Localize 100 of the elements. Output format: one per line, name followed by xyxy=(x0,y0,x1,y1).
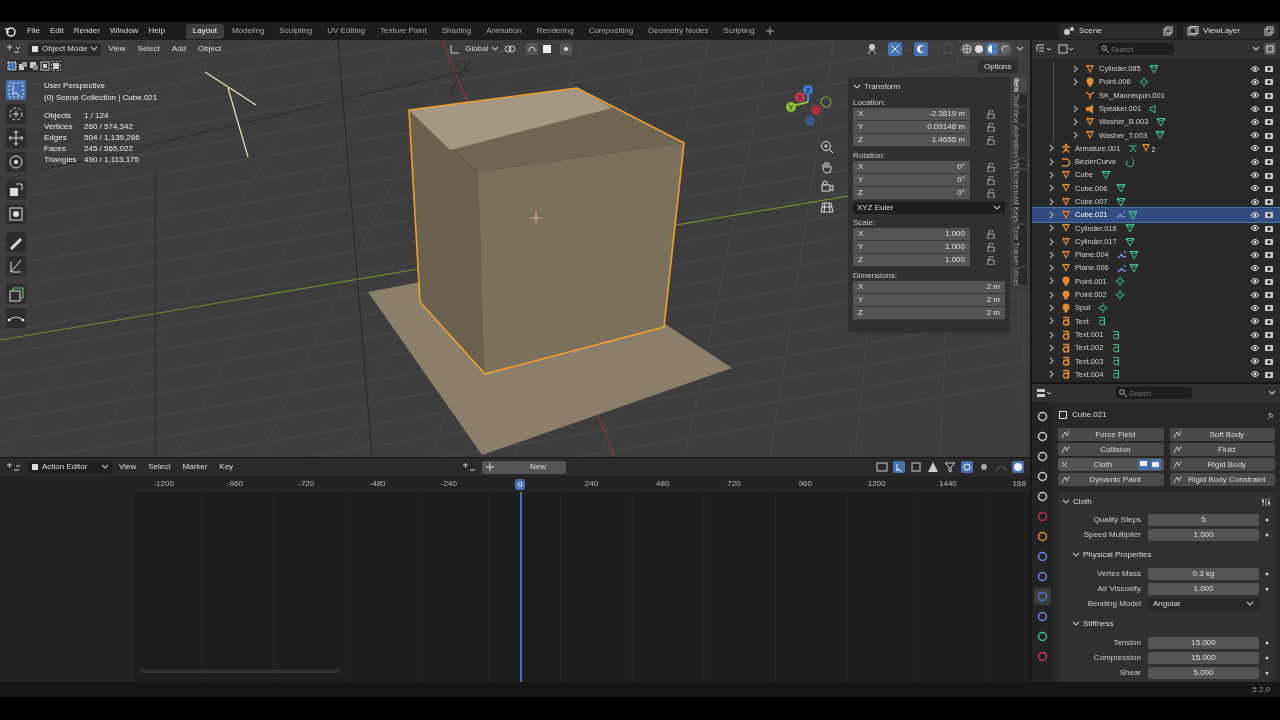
number-field[interactable]: Y 0.09148 m xyxy=(853,121,970,134)
editor-type-icon[interactable] xyxy=(1036,388,1054,398)
editor-type-icon[interactable] xyxy=(6,44,22,54)
lock-icon[interactable] xyxy=(987,176,995,185)
eye-icon[interactable] xyxy=(1250,157,1260,166)
physics-button[interactable]: Cloth xyxy=(1058,458,1164,471)
workspace-tab[interactable]: Texture Paint xyxy=(373,23,434,39)
caret-icon[interactable] xyxy=(1268,389,1276,397)
shading-mode-selector[interactable] xyxy=(960,42,1012,56)
lock-icon[interactable] xyxy=(987,230,995,239)
tool-icon[interactable] xyxy=(6,128,26,148)
camera-icon[interactable] xyxy=(1264,223,1274,233)
selection-mode-icon[interactable] xyxy=(29,61,39,71)
camera-icon[interactable] xyxy=(1264,197,1274,207)
number-field[interactable]: Z 2 m xyxy=(853,307,1005,320)
keyframe-dot-icon[interactable] xyxy=(1265,571,1269,576)
camera-icon[interactable] xyxy=(1264,250,1274,260)
bending-model-dropdown[interactable]: Angular xyxy=(1148,597,1259,610)
camera-icon[interactable] xyxy=(1264,64,1274,74)
camera-icon[interactable] xyxy=(1264,330,1274,340)
camera-icon[interactable] xyxy=(1264,369,1274,379)
physics-button[interactable]: Dynamic Paint xyxy=(1058,473,1164,486)
eye-icon[interactable] xyxy=(1250,237,1260,246)
current-frame-indicator[interactable]: 0 xyxy=(514,478,526,490)
tool-icon[interactable] xyxy=(6,308,26,328)
physics-button[interactable]: Collision xyxy=(1058,443,1164,456)
lock-icon[interactable] xyxy=(987,123,995,132)
camera-icon[interactable] xyxy=(1264,303,1274,313)
menu-item[interactable]: Window xyxy=(104,25,144,37)
camera-icon[interactable] xyxy=(1264,316,1274,326)
toolbar-icon[interactable] xyxy=(893,461,905,473)
menu-item[interactable]: Render xyxy=(68,25,105,37)
camera-icon[interactable] xyxy=(1264,276,1274,286)
hand-icon[interactable] xyxy=(820,160,834,174)
number-field[interactable]: Z 0° xyxy=(853,187,970,200)
toolbar-icon[interactable] xyxy=(910,461,922,473)
orientation-dropdown[interactable]: Global xyxy=(462,42,503,56)
toolbar-icon[interactable] xyxy=(927,461,939,473)
eye-icon[interactable] xyxy=(1250,357,1260,366)
number-field[interactable]: 1.000 xyxy=(1148,528,1259,541)
menu-item[interactable]: Edit xyxy=(44,25,69,37)
workspace-tab[interactable]: Shading xyxy=(434,23,479,39)
keyframe-dot-icon[interactable] xyxy=(1265,670,1269,675)
physics-button[interactable]: Rigid Body Constraint xyxy=(1169,473,1275,486)
menu-item[interactable]: File xyxy=(22,25,45,37)
chevron-down-icon[interactable] xyxy=(1072,551,1080,559)
editor-mode-dropdown[interactable]: Action Editor xyxy=(28,460,112,474)
toolbar-icon[interactable] xyxy=(1012,461,1024,473)
camera-icon[interactable] xyxy=(1264,90,1274,100)
eye-icon[interactable] xyxy=(1250,144,1260,153)
keyframe-dot-icon[interactable] xyxy=(1265,517,1269,522)
camera-icon[interactable] xyxy=(1264,290,1274,300)
workspace-tab[interactable]: Rendering xyxy=(529,23,581,39)
add-workspace-icon[interactable] xyxy=(765,27,774,35)
number-field[interactable]: Y 1.000 xyxy=(853,241,970,254)
eye-icon[interactable] xyxy=(1250,117,1260,126)
menu-item[interactable]: Help xyxy=(143,25,170,37)
workspace-tab[interactable]: Compositing xyxy=(581,23,641,39)
tool-icon[interactable] xyxy=(6,232,26,252)
menu-item[interactable]: Key xyxy=(214,461,239,473)
lock-icon[interactable] xyxy=(987,189,995,198)
number-field[interactable]: 1.000 xyxy=(1148,582,1259,595)
rotation-mode-dropdown[interactable]: XYZ Euler xyxy=(853,202,1005,214)
menu-item[interactable]: Select xyxy=(143,461,176,473)
number-field[interactable]: Y 0° xyxy=(853,174,970,187)
eye-icon[interactable] xyxy=(1250,171,1260,179)
number-field[interactable]: Z 1.000 xyxy=(853,254,970,267)
number-field[interactable]: Y 2 m xyxy=(853,294,1005,307)
lock-icon[interactable] xyxy=(987,163,995,172)
toolbar-icon[interactable] xyxy=(876,461,888,473)
caret-icon[interactable] xyxy=(1252,45,1260,53)
tool-icon[interactable] xyxy=(6,256,26,276)
menu-item[interactable]: Add xyxy=(166,43,192,55)
eye-icon[interactable] xyxy=(1250,197,1260,206)
new-collection-icon[interactable] xyxy=(1264,43,1276,55)
eye-icon[interactable] xyxy=(1250,264,1260,273)
options-dropdown[interactable]: Options xyxy=(978,60,1018,73)
toolbar-icon[interactable] xyxy=(978,461,990,473)
editor-type-icon[interactable] xyxy=(6,462,22,472)
overlay-toggle-icon[interactable] xyxy=(914,42,928,56)
camera-icon[interactable] xyxy=(820,180,834,194)
tool-icon[interactable] xyxy=(6,204,26,224)
camera-icon[interactable] xyxy=(1264,210,1274,220)
number-field[interactable]: Z 1.4655 m xyxy=(853,134,970,147)
camera-icon[interactable] xyxy=(1264,130,1274,140)
menu-item[interactable]: Object xyxy=(193,43,227,55)
lock-icon[interactable] xyxy=(987,243,995,252)
eye-icon[interactable] xyxy=(1250,330,1260,339)
number-field[interactable]: X 1.000 xyxy=(853,228,970,241)
eye-icon[interactable] xyxy=(1250,370,1260,379)
eye-icon[interactable] xyxy=(1250,290,1260,299)
physics-button[interactable]: Rigid Body xyxy=(1169,458,1275,471)
keyframe-dot-icon[interactable] xyxy=(1265,532,1269,537)
workspace-tab[interactable]: Geometry Nodes xyxy=(641,23,716,39)
camera-icon[interactable] xyxy=(1264,237,1274,246)
lock-icon[interactable] xyxy=(987,256,995,265)
toolbar-icon[interactable] xyxy=(944,461,956,473)
camera-icon[interactable] xyxy=(1264,77,1274,87)
chevron-down-icon[interactable] xyxy=(853,83,861,91)
keyframe-dot-icon[interactable] xyxy=(1265,586,1269,591)
